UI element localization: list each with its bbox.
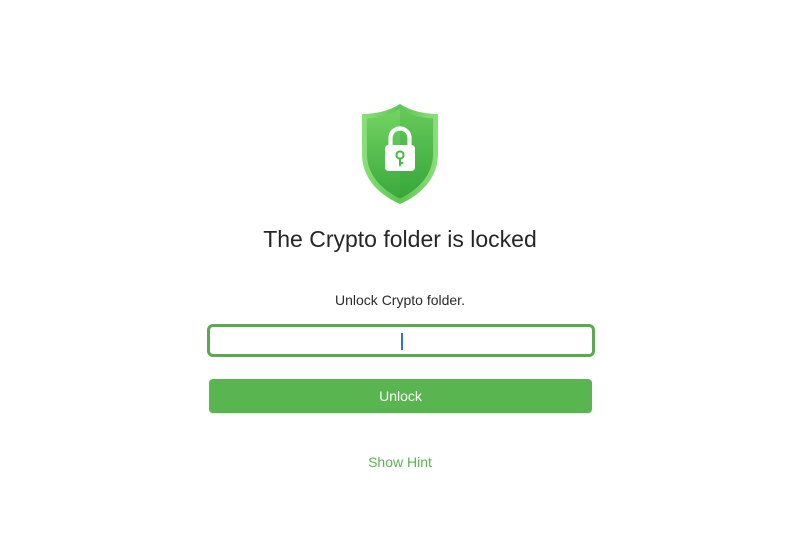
- unlock-instruction: Unlock Crypto folder.: [335, 292, 465, 308]
- page-title: The Crypto folder is locked: [263, 226, 537, 252]
- shield-lock-icon: [362, 104, 438, 204]
- text-caret: [401, 333, 403, 350]
- password-field-container[interactable]: [207, 324, 595, 357]
- unlock-button[interactable]: Unlock: [209, 379, 592, 413]
- show-hint-link[interactable]: Show Hint: [0, 452, 800, 472]
- lock-panel: The Crypto folder is locked Unlock Crypt…: [0, 0, 800, 539]
